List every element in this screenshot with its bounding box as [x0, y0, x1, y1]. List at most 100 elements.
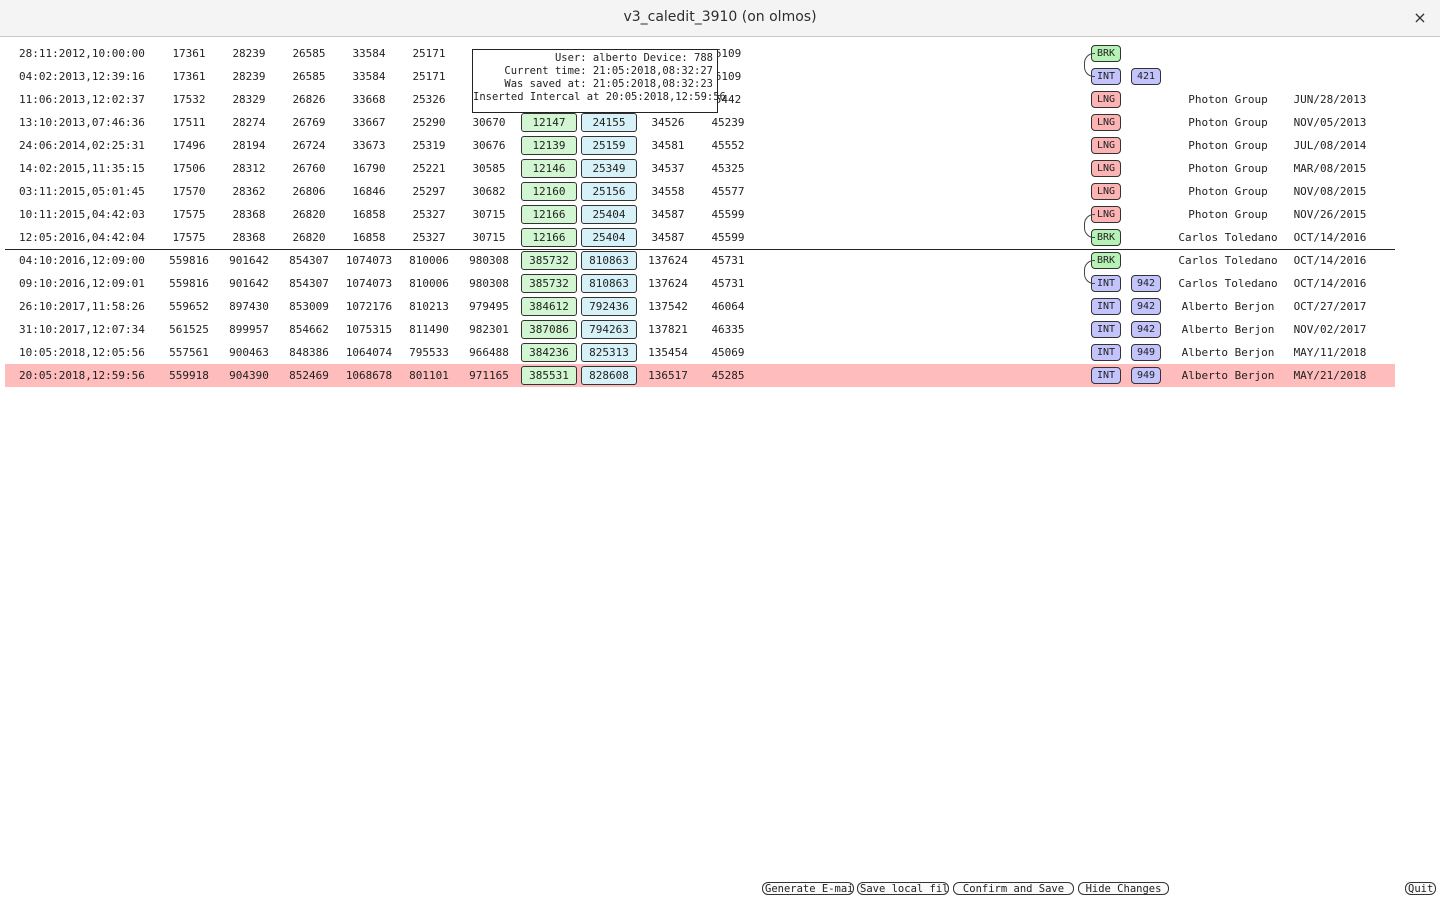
value-box-cyan[interactable]: 828608 [581, 366, 637, 385]
value-box-cyan[interactable]: 25404 [581, 205, 637, 224]
type-tag[interactable]: LNG [1091, 160, 1121, 177]
value-cell: 17511 [172, 116, 206, 129]
value-cell: 16846 [352, 185, 386, 198]
value-cell: 25326 [412, 93, 446, 106]
short-date: OCT/14/2016 [1293, 231, 1367, 244]
save-local-file-button[interactable]: Save local file [857, 882, 949, 895]
table-row[interactable]: 20:05:2018,12:59:56 559918 904390 852469 106… [5, 364, 1395, 387]
operator-name: Photon Group [1188, 93, 1268, 106]
type-tag[interactable]: BRK [1091, 229, 1121, 246]
number-tag[interactable]: 949 [1131, 367, 1161, 384]
value-cell: 16858 [352, 231, 386, 244]
value-cell: 45325 [711, 162, 745, 175]
value-cell: 25171 [412, 47, 446, 60]
value-cell: 137624 [648, 277, 688, 290]
operator-name: Alberto Berjon [1181, 323, 1275, 336]
number-tag[interactable]: 942 [1131, 275, 1161, 292]
value-box-cyan[interactable]: 25159 [581, 136, 637, 155]
type-tag[interactable]: BRK [1091, 45, 1121, 62]
value-box-green[interactable]: 384236 [521, 343, 577, 362]
value-cell: 34537 [651, 162, 685, 175]
value-cell: 45599 [711, 208, 745, 221]
value-box-green[interactable]: 385732 [521, 251, 577, 270]
type-tag[interactable]: INT [1091, 298, 1121, 315]
type-tag[interactable]: BRK [1091, 252, 1121, 269]
value-box-cyan[interactable]: 825313 [581, 343, 637, 362]
value-cell: 854662 [289, 323, 329, 336]
tooltip-line: User: alberto Device: 788 [554, 52, 713, 64]
value-box-cyan[interactable]: 810863 [581, 274, 637, 293]
value-cell: 33673 [352, 139, 386, 152]
table-row[interactable]: 26:10:2017,11:58:26 559652 897430 853009 107… [5, 295, 1395, 318]
operator-name: Alberto Berjon [1181, 369, 1275, 382]
value-box-green[interactable]: 12146 [521, 159, 577, 178]
value-box-green[interactable]: 12160 [521, 182, 577, 201]
value-cell: 28194 [232, 139, 266, 152]
title-bar: v3_caledit_3910 (on olmos) × [0, 0, 1440, 37]
confirm-and-save-button[interactable]: Confirm and Save [953, 882, 1074, 895]
type-tag[interactable]: INT [1091, 275, 1121, 292]
value-box-cyan[interactable]: 792436 [581, 297, 637, 316]
type-tag[interactable]: LNG [1091, 114, 1121, 131]
value-box-green[interactable]: 387086 [521, 320, 577, 339]
value-cell: 971165 [469, 369, 509, 382]
value-box-cyan[interactable]: 25349 [581, 159, 637, 178]
value-box-green[interactable]: 12166 [521, 228, 577, 247]
value-cell: 557561 [169, 346, 209, 359]
value-box-green[interactable]: 12139 [521, 136, 577, 155]
quit-button[interactable]: Quit [1405, 882, 1436, 895]
value-box-cyan[interactable]: 794263 [581, 320, 637, 339]
value-cell: 28239 [232, 70, 266, 83]
value-box-cyan[interactable]: 25404 [581, 228, 637, 247]
value-box-cyan[interactable]: 24155 [581, 113, 637, 132]
value-cell: 30682 [472, 185, 506, 198]
value-box-cyan[interactable]: 810863 [581, 251, 637, 270]
row-timestamp: 04:02:2013,12:39:16 [19, 70, 145, 83]
operator-name: Alberto Berjon [1181, 300, 1275, 313]
operator-name: Photon Group [1188, 162, 1268, 175]
value-cell: 17570 [172, 185, 206, 198]
value-box-cyan[interactable]: 25156 [581, 182, 637, 201]
type-tag[interactable]: INT [1091, 68, 1121, 85]
value-cell: 34558 [651, 185, 685, 198]
type-tag[interactable]: INT [1091, 344, 1121, 361]
value-cell: 135454 [648, 346, 688, 359]
generate-email-button[interactable]: Generate E-mail [762, 882, 854, 895]
value-cell: 901642 [229, 254, 269, 267]
value-cell: 1068678 [345, 369, 393, 382]
table-row[interactable]: 13:10:2013,07:46:36 17511 28274 26769 33667 2… [5, 111, 1395, 134]
close-icon[interactable]: × [1410, 8, 1430, 28]
table-row[interactable]: 09:10:2016,12:09:01 559816 901642 854307 107… [5, 272, 1395, 295]
type-tag[interactable]: LNG [1091, 91, 1121, 108]
type-tag[interactable]: LNG [1091, 183, 1121, 200]
hide-changes-button[interactable]: Hide Changes [1078, 882, 1169, 895]
number-tag[interactable]: 421 [1131, 68, 1161, 85]
type-tag[interactable]: INT [1091, 367, 1121, 384]
value-box-green[interactable]: 12147 [521, 113, 577, 132]
type-tag[interactable]: LNG [1091, 206, 1121, 223]
value-box-green[interactable]: 385732 [521, 274, 577, 293]
table-row[interactable]: 14:02:2015,11:35:15 17506 28312 26760 16790 2… [5, 157, 1395, 180]
value-box-green[interactable]: 12166 [521, 205, 577, 224]
tooltip-line: Current time: 21:05:2018,08:32:27 [504, 65, 713, 77]
table-row[interactable]: 24:06:2014,02:25:31 17496 28194 26724 33673 2… [5, 134, 1395, 157]
type-tag[interactable]: INT [1091, 321, 1121, 338]
value-box-green[interactable]: 384612 [521, 297, 577, 316]
table-row[interactable]: 10:05:2018,12:05:56 557561 900463 848386 106… [5, 341, 1395, 364]
value-cell: 45731 [711, 254, 745, 267]
link-connector [1084, 53, 1095, 77]
row-timestamp: 12:05:2016,04:42:04 [19, 231, 145, 244]
value-box-green[interactable]: 385531 [521, 366, 577, 385]
value-cell: 852469 [289, 369, 329, 382]
number-tag[interactable]: 942 [1131, 298, 1161, 315]
table-row[interactable]: 12:05:2016,04:42:04 17575 28368 26820 16858 2… [5, 226, 1395, 249]
table-row[interactable]: 03:11:2015,05:01:45 17570 28362 26806 16846 2… [5, 180, 1395, 203]
table-row[interactable]: 31:10:2017,12:07:34 561525 899957 854662 107… [5, 318, 1395, 341]
table-row[interactable]: 04:10:2016,12:09:00 559816 901642 854307 107… [5, 249, 1395, 272]
number-tag[interactable]: 942 [1131, 321, 1161, 338]
table-row[interactable]: 10:11:2015,04:42:03 17575 28368 26820 16858 2… [5, 203, 1395, 226]
type-tag[interactable]: LNG [1091, 137, 1121, 154]
value-cell: 30670 [472, 116, 506, 129]
short-date: MAY/11/2018 [1293, 346, 1367, 359]
number-tag[interactable]: 949 [1131, 344, 1161, 361]
